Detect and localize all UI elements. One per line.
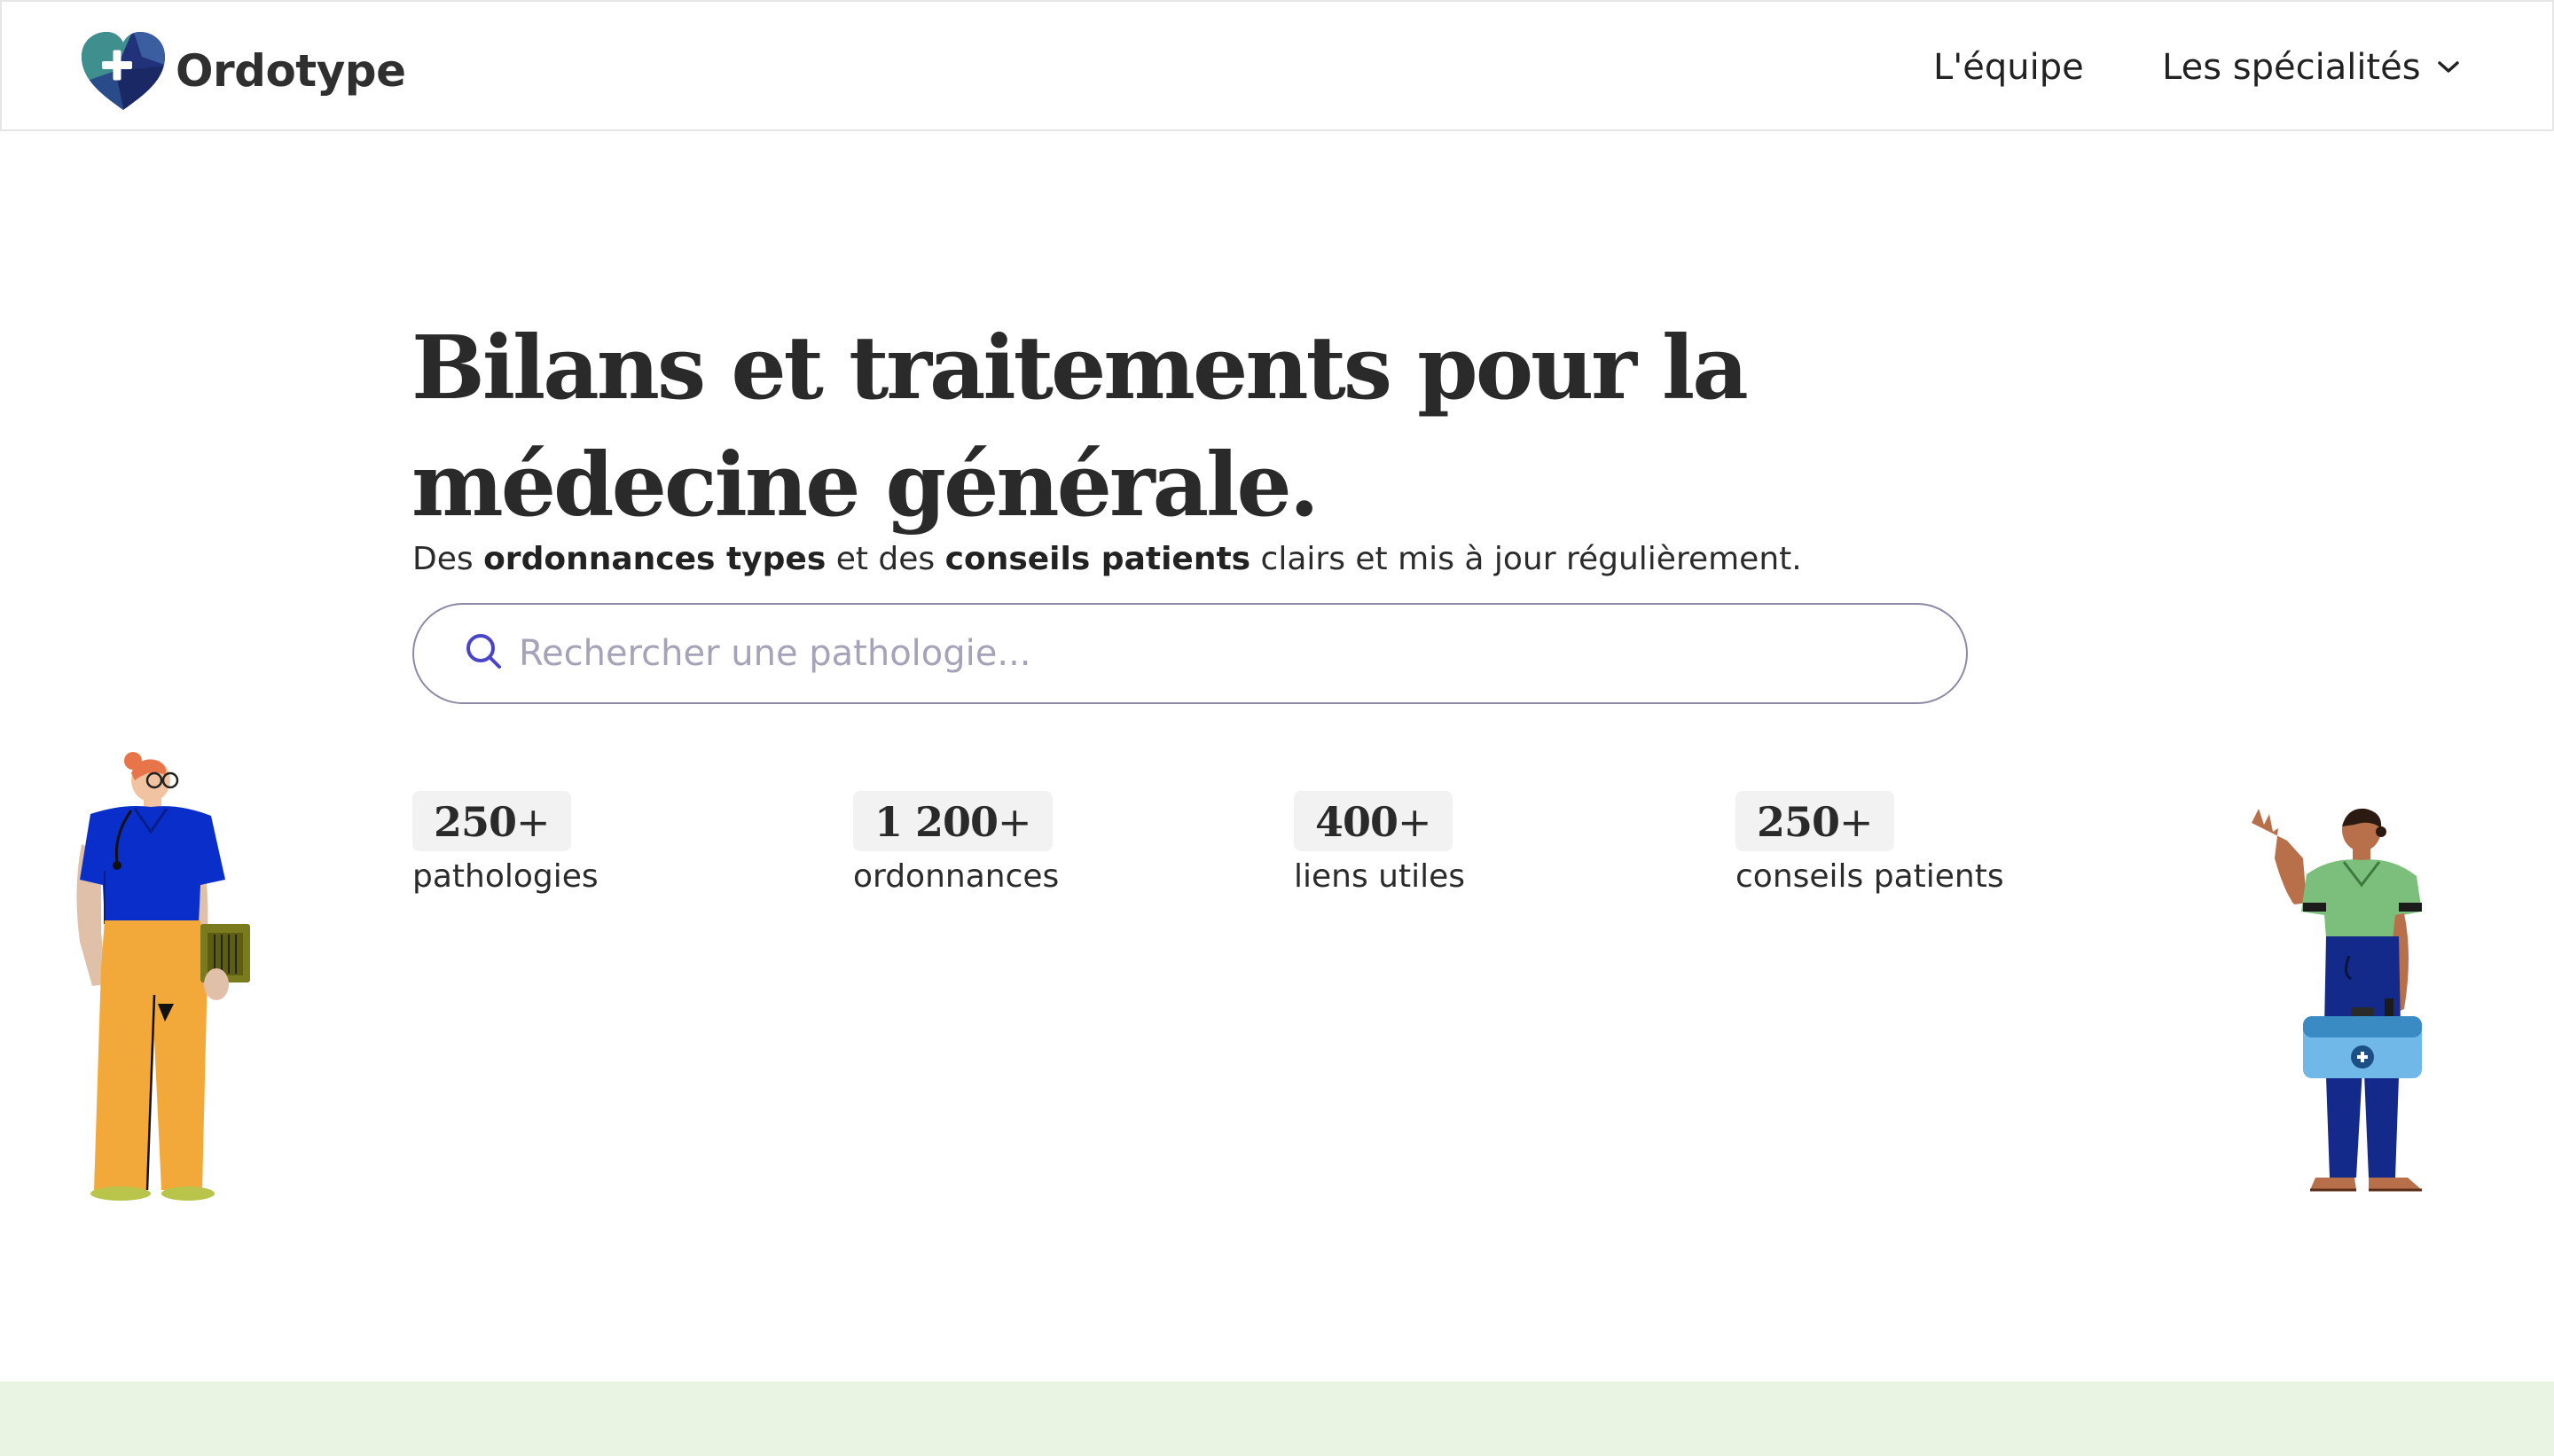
paramedic-illustration-icon <box>2252 808 2422 1192</box>
stat-label: liens utiles <box>1294 858 1466 895</box>
chevron-down-icon <box>2437 60 2460 74</box>
stat-suffix: + <box>516 798 551 846</box>
search-icon[interactable] <box>464 631 505 672</box>
site-header: Ordotype L'équipe Les spécialités <box>0 0 2554 131</box>
stat-label: pathologies <box>412 858 599 895</box>
home-logo-link[interactable]: Ordotype <box>80 30 406 112</box>
stat-suffix: + <box>998 798 1032 846</box>
stat-number: 250 <box>1757 798 1840 846</box>
stat-label: ordonnances <box>853 858 1060 895</box>
nav-team-label: L'équipe <box>1933 47 2084 88</box>
stat-conseils-patients: 250+ conseils patients <box>1735 791 2004 897</box>
stat-number: 400 <box>1315 798 1398 846</box>
nav-specialties-dropdown[interactable]: Les spécialités <box>2162 41 2460 94</box>
stat-value-badge: 1 200+ <box>853 791 1053 851</box>
nav-team-link[interactable]: L'équipe <box>1933 41 2084 94</box>
nav-specialties-label: Les spécialités <box>2162 47 2421 88</box>
next-section-band <box>0 1382 2554 1456</box>
doctor-illustration-icon <box>76 752 250 1201</box>
stat-number: 1 200 <box>874 798 999 846</box>
stat-suffix: + <box>1839 798 1874 846</box>
subtitle-text: clairs et mis à jour régulièrement. <box>1250 541 1802 577</box>
subtitle-text: et des <box>826 541 945 577</box>
search-bar[interactable] <box>412 603 1968 704</box>
brand-name: Ordotype <box>176 45 406 97</box>
stat-value-badge: 250+ <box>412 791 571 851</box>
stat-label: conseils patients <box>1735 858 2004 895</box>
stat-liens-utiles: 400+ liens utiles <box>1294 791 1465 897</box>
page-title: Bilans et traitements pour la médecine g… <box>411 317 1749 536</box>
stat-value-badge: 250+ <box>1735 791 1894 851</box>
stat-number: 250 <box>434 798 517 846</box>
stat-ordonnances: 1 200+ ordonnances <box>853 791 1059 897</box>
subtitle-emphasis: ordonnances types <box>483 541 827 577</box>
subtitle-text: Des <box>412 541 484 577</box>
stat-suffix: + <box>1398 798 1432 846</box>
hero-subtitle: Des ordonnances types et des conseils pa… <box>412 537 2097 582</box>
search-input[interactable] <box>519 624 1902 683</box>
subtitle-emphasis: conseils patients <box>944 541 1251 577</box>
stat-value-badge: 400+ <box>1294 791 1453 851</box>
heart-cross-logo-icon <box>82 32 165 110</box>
stat-pathologies: 250+ pathologies <box>412 791 599 897</box>
